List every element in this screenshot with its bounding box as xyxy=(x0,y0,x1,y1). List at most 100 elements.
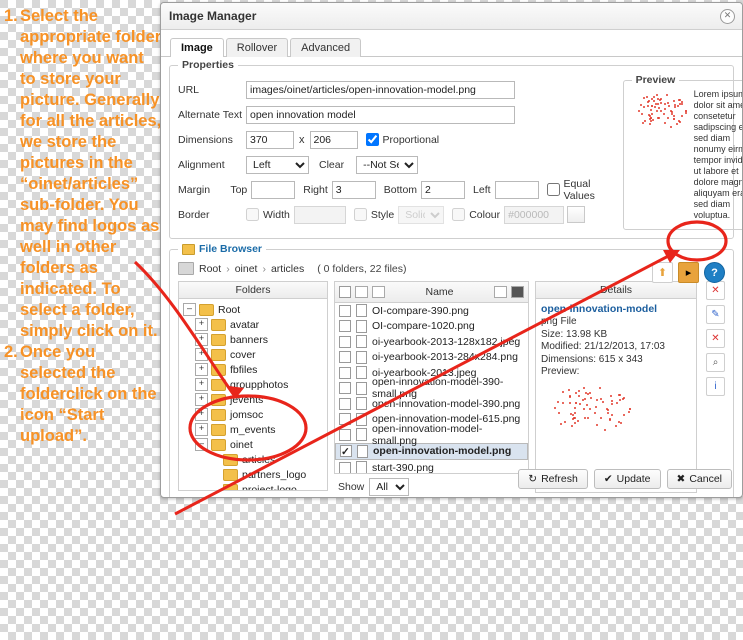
file-row[interactable]: open-innovation-model-390.png xyxy=(335,396,528,412)
expander-icon[interactable]: + xyxy=(195,423,208,436)
tree-item-label: groupphotos xyxy=(230,378,289,391)
tree-item-articles[interactable]: articles xyxy=(181,452,325,467)
breadcrumb-root[interactable]: Root xyxy=(199,263,221,275)
margin-bottom-input[interactable] xyxy=(421,180,466,199)
alt-input[interactable] xyxy=(246,105,515,124)
expander-icon[interactable]: – xyxy=(195,438,208,451)
expander-icon[interactable]: + xyxy=(195,318,208,331)
cancel-button[interactable]: ✖ Cancel xyxy=(666,469,732,489)
tree-item-banners[interactable]: + banners xyxy=(181,332,325,347)
breadcrumb-oinet[interactable]: oinet xyxy=(235,263,258,275)
clear-select[interactable]: --Not Set-- xyxy=(356,155,419,174)
file-row[interactable]: open-innovation-model-390-small.png xyxy=(335,376,528,400)
folder-icon xyxy=(211,438,226,451)
info-icon[interactable]: i xyxy=(706,377,725,396)
tree-item-root[interactable]: – Root xyxy=(181,302,325,317)
equal-values-checkbox[interactable] xyxy=(546,183,560,196)
border-width-input[interactable] xyxy=(293,205,346,224)
file-row[interactable]: oi-yearbook-2013-284x284.png xyxy=(335,350,528,366)
file-name: oi-yearbook-2013-128x182.jpeg xyxy=(372,335,521,348)
border-style-select[interactable]: Solid xyxy=(398,205,445,224)
margin-right-input[interactable] xyxy=(331,180,376,199)
window-title: Image Manager xyxy=(169,9,257,23)
select-all-checkbox[interactable] xyxy=(339,286,351,298)
expander-icon[interactable]: + xyxy=(195,363,208,376)
close-icon[interactable]: ✕ xyxy=(720,9,735,24)
remove-icon[interactable]: ✕ xyxy=(706,329,725,348)
file-checkbox[interactable] xyxy=(339,366,351,379)
rename-icon[interactable]: ✎ xyxy=(706,305,725,324)
expander-icon[interactable]: – xyxy=(183,303,196,316)
file-row[interactable]: OI-compare-390.png xyxy=(335,303,528,319)
file-icon xyxy=(356,412,367,426)
show-filter-select[interactable]: All xyxy=(369,478,410,496)
file-checkbox[interactable] xyxy=(339,304,351,317)
tree-item-cover[interactable]: + cover xyxy=(181,347,325,362)
tree-item-partners-logo[interactable]: partners_logo xyxy=(181,467,325,482)
view-icon[interactable] xyxy=(372,286,385,298)
expander-icon[interactable]: + xyxy=(195,333,208,346)
height-input[interactable] xyxy=(309,130,358,149)
tab-image[interactable]: Image xyxy=(170,38,224,57)
expander-icon[interactable]: + xyxy=(195,378,208,391)
file-checkbox[interactable] xyxy=(339,397,351,410)
refresh-button[interactable]: ↻ Refresh xyxy=(518,469,588,489)
border-color-input[interactable] xyxy=(504,205,565,224)
file-row[interactable]: OI-compare-1020.png xyxy=(335,319,528,335)
sort-icon[interactable] xyxy=(355,286,368,298)
check-icon: ✔ xyxy=(603,473,613,485)
file-row[interactable]: open-innovation-model-small.png xyxy=(335,423,528,447)
margin-top-label: Top xyxy=(230,183,248,196)
tab-rollover[interactable]: Rollover xyxy=(225,38,289,57)
help-icon[interactable]: ? xyxy=(704,262,725,283)
tab-advanced[interactable]: Advanced xyxy=(290,38,362,57)
scatter-dot xyxy=(571,414,574,417)
tree-item-avatar[interactable]: + avatar xyxy=(181,317,325,332)
breadcrumb-articles[interactable]: articles xyxy=(271,263,304,275)
border-checkbox[interactable] xyxy=(246,208,259,221)
tree-item-m-events[interactable]: + m_events xyxy=(181,422,325,437)
expander-icon[interactable]: + xyxy=(195,408,208,421)
margin-top-input[interactable] xyxy=(251,180,296,199)
tree-item-jomsoc[interactable]: + jomsoc xyxy=(181,407,325,422)
grid-view-icon[interactable] xyxy=(494,286,507,298)
file-row[interactable]: start-390.png xyxy=(335,460,528,474)
file-list[interactable]: OI-compare-390.png OI-compare-1020.png o… xyxy=(334,303,529,474)
upload-icon[interactable]: ⬆ xyxy=(652,262,673,283)
url-input[interactable] xyxy=(246,80,515,99)
proportional-checkbox[interactable] xyxy=(365,133,379,146)
margin-left-input[interactable] xyxy=(494,180,539,199)
file-checkbox[interactable]: ✓ xyxy=(340,445,352,458)
tree-item-jevents[interactable]: + jevents xyxy=(181,392,325,407)
width-input[interactable] xyxy=(246,130,294,149)
update-button[interactable]: ✔ Update xyxy=(593,469,661,489)
tree-item-oinet[interactable]: – oinet xyxy=(181,437,325,452)
delete-icon[interactable]: ✕ xyxy=(706,281,725,300)
file-checkbox[interactable] xyxy=(339,413,351,426)
file-checkbox[interactable] xyxy=(339,320,351,333)
start-upload-icon[interactable]: ▸ xyxy=(678,262,699,283)
alignment-select[interactable]: Left xyxy=(246,155,309,174)
file-checkbox[interactable] xyxy=(339,335,351,348)
scatter-dot xyxy=(673,106,676,109)
border-color-checkbox[interactable] xyxy=(452,208,466,221)
name-header[interactable]: Name xyxy=(389,286,490,298)
file-row[interactable]: oi-yearbook-2013-128x182.jpeg xyxy=(335,334,528,350)
color-picker-icon[interactable] xyxy=(567,206,586,223)
border-style-checkbox[interactable] xyxy=(353,208,367,221)
annotation-step-1-number: 1. xyxy=(4,7,18,25)
file-checkbox[interactable] xyxy=(339,382,351,395)
expander-icon xyxy=(209,484,220,490)
expander-icon[interactable]: + xyxy=(195,393,208,406)
tree-item-fbfiles[interactable]: + fbfiles xyxy=(181,362,325,377)
file-checkbox[interactable] xyxy=(339,351,351,364)
tree-item-groupphotos[interactable]: + groupphotos xyxy=(181,377,325,392)
zoom-icon[interactable]: ⌕ xyxy=(706,353,725,372)
expander-icon[interactable]: + xyxy=(195,348,208,361)
file-name: start-390.png xyxy=(372,461,434,474)
file-checkbox[interactable] xyxy=(339,461,351,473)
list-view-icon[interactable] xyxy=(511,286,524,298)
file-row-selected[interactable]: ✓ open-innovation-model.png xyxy=(335,442,528,460)
file-checkbox[interactable] xyxy=(339,428,351,441)
tree-item-project-logo[interactable]: project-logo xyxy=(181,482,325,490)
